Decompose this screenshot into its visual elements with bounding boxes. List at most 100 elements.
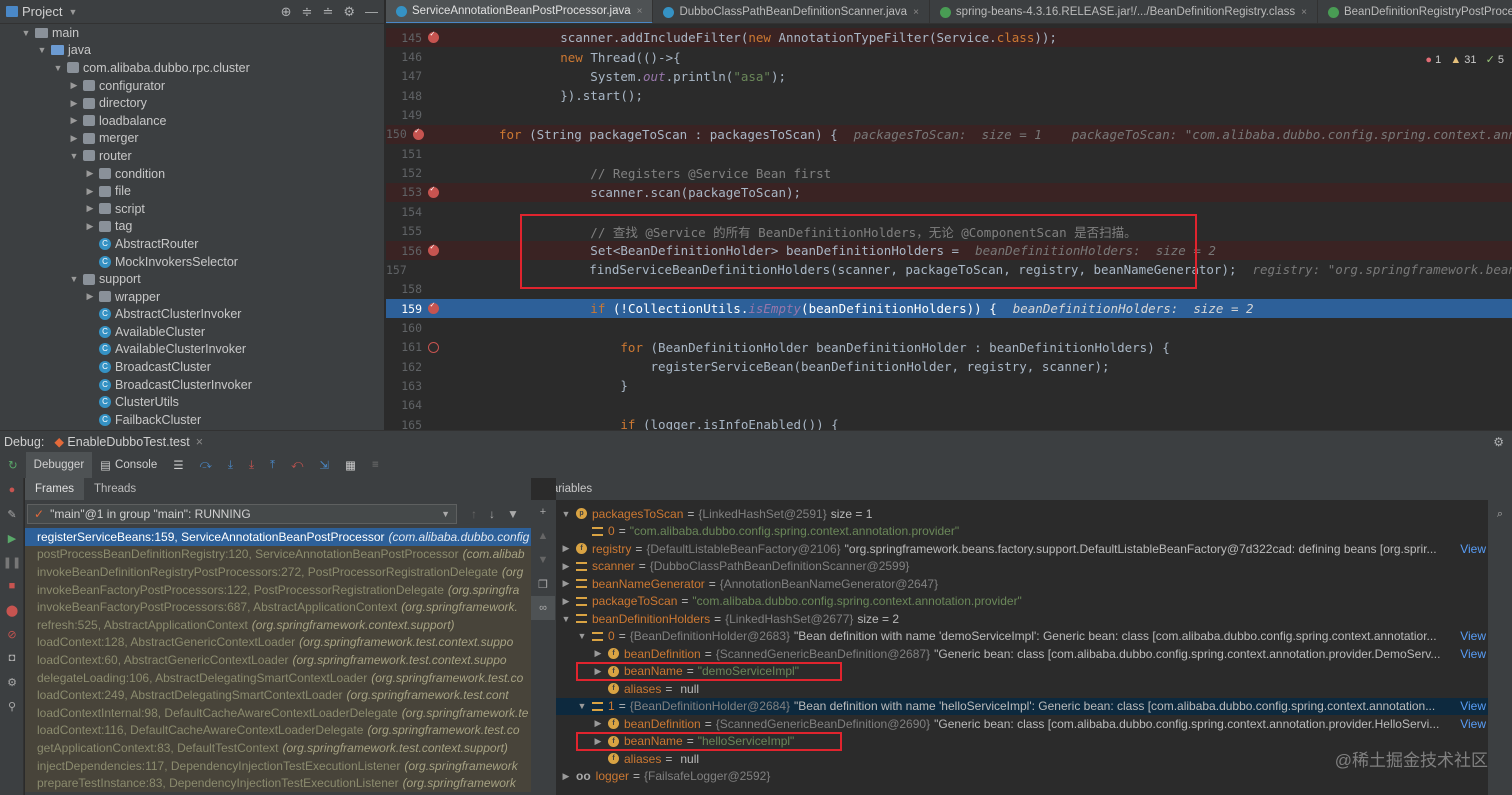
stack-frame[interactable]: loadContextInternal:98, DefaultCacheAwar… — [25, 703, 531, 722]
variable-row[interactable]: ▶ packageToScan = "com.alibaba.dubbo.config… — [556, 593, 1488, 611]
stop-icon[interactable]: ■ — [0, 574, 24, 598]
chevron-right-icon[interactable]: ▶ — [592, 718, 604, 729]
view-link[interactable]: View — [1460, 629, 1488, 643]
tree-item[interactable]: C BroadcastCluster — [0, 358, 384, 376]
gutter[interactable] — [426, 163, 472, 182]
editor-tab[interactable]: DubboClassPathBeanDefinitionScanner.java… — [653, 0, 930, 23]
tree-item[interactable]: C AbstractRouter — [0, 235, 384, 253]
thread-selector[interactable]: ✓ "main"@1 in group "main": RUNNING ▼ — [27, 504, 457, 524]
gutter[interactable] — [426, 183, 472, 202]
glasses-icon[interactable]: ∞ — [531, 596, 555, 620]
stack-frame[interactable]: invokeBeanDefinitionRegistryPostProcesso… — [25, 563, 531, 581]
tree-item[interactable]: ▶ wrapper — [0, 288, 384, 306]
tree-item[interactable]: C AbstractClusterInvoker — [0, 306, 384, 324]
run-to-cursor-icon[interactable]: ⇲ — [311, 452, 337, 478]
arrow-up-icon[interactable]: ↑ — [471, 507, 477, 521]
tree-item[interactable]: ▶ merger — [0, 130, 384, 148]
gutter[interactable] — [426, 396, 472, 415]
tree-item[interactable]: ▶ configurator — [0, 77, 384, 95]
variable-row[interactable]: ▼ 1 = {BeanDefinitionHolder@2684} "Bean defi… — [556, 697, 1488, 715]
arrow-up-icon[interactable]: ▲ — [531, 524, 555, 548]
variable-row[interactable]: ▶ f beanDefinition = {ScannedGenericBeanDefi… — [556, 715, 1488, 733]
camera-icon[interactable]: ◘ — [0, 646, 24, 670]
variable-row[interactable]: ▼ beanDefinitionHolders = {LinkedHashSet@26… — [556, 610, 1488, 628]
wrench-icon[interactable]: ✎ — [0, 502, 24, 526]
chevron-down-icon[interactable]: ▼ — [68, 7, 77, 17]
gutter[interactable] — [426, 67, 472, 86]
chevron-right-icon[interactable]: ▶ — [592, 648, 604, 659]
inspection-widget[interactable]: ● 1 ▲ 31 ✓ 5 — [1425, 53, 1504, 66]
tree-item[interactable]: ▼ support — [0, 270, 384, 288]
rerun-icon[interactable]: ↻ — [0, 452, 26, 478]
stack-frame[interactable]: loadContext:116, DefaultCacheAwareContex… — [25, 721, 531, 740]
gutter[interactable] — [426, 105, 472, 124]
stack-frame[interactable]: invokeBeanFactoryPostProcessors:687, Abs… — [25, 598, 531, 616]
chevron-down-icon[interactable]: ▼ — [560, 509, 572, 519]
force-step-into-icon[interactable]: ⤓ — [241, 452, 262, 478]
view-link[interactable]: View — [1460, 542, 1488, 556]
tree-item[interactable]: C ClusterUtils — [0, 393, 384, 411]
locate-icon[interactable]: ⊕ — [281, 4, 292, 20]
code-editor[interactable]: 145 scanner.addIncludeFilter(new Annotat… — [386, 24, 1512, 430]
view-link[interactable]: View — [1460, 647, 1488, 661]
close-icon[interactable]: × — [913, 7, 919, 18]
editor-tab[interactable]: BeanDefinitionRegistryPostProcessor.clas… — [1318, 0, 1512, 23]
tree-item[interactable]: C FailbackCluster — [0, 411, 384, 429]
gutter[interactable] — [426, 357, 472, 376]
tree-item[interactable]: ▼ java — [0, 42, 384, 60]
tree-item[interactable]: ▼ com.alibaba.dubbo.rpc.cluster — [0, 59, 384, 77]
gutter[interactable] — [426, 415, 472, 430]
variable-row[interactable]: f aliases = null — [556, 680, 1488, 698]
tree-item[interactable]: ▶ script — [0, 200, 384, 218]
expand-all-icon[interactable]: ≑ — [302, 4, 313, 20]
stack-frame[interactable]: injectDependencies:117, DependencyInject… — [25, 756, 531, 775]
tree-item[interactable]: ▶ directory — [0, 94, 384, 112]
tab-debugger[interactable]: Debugger — [25, 452, 93, 478]
settings-icon[interactable]: ⚙ — [0, 670, 24, 694]
breakpoint-icon[interactable] — [428, 184, 439, 198]
tab-frames[interactable]: Frames — [25, 478, 84, 500]
chevron-right-icon[interactable]: ▶ — [560, 561, 572, 572]
gutter[interactable] — [426, 318, 472, 337]
menu-icon[interactable]: ☰ — [165, 452, 191, 478]
chevron-right-icon[interactable]: ▶ — [560, 578, 572, 589]
gutter[interactable] — [426, 28, 472, 47]
gear-icon[interactable]: ⚙ — [1493, 435, 1504, 449]
stack-frame[interactable]: invokeBeanFactoryPostProcessors:122, Pos… — [25, 580, 531, 599]
project-panel-title[interactable]: Project — [22, 4, 62, 19]
close-icon[interactable]: × — [1301, 7, 1307, 18]
tree-item[interactable]: ▼ main — [0, 24, 384, 42]
variable-row[interactable]: ▼ 0 = {BeanDefinitionHolder@2683} "Bean defi… — [556, 628, 1488, 646]
breakpoint-icon[interactable] — [412, 126, 424, 140]
breakpoint-icon[interactable] — [428, 29, 439, 43]
tree-item[interactable]: C BroadcastClusterInvoker — [0, 376, 384, 394]
stack-frame[interactable]: prepareTestInstance:83, DependencyInject… — [25, 774, 531, 792]
chevron-right-icon[interactable]: ▶ — [560, 771, 572, 782]
stack-frame[interactable]: getApplicationContext:83, DefaultTestCon… — [25, 739, 531, 757]
variable-row[interactable]: ▶ scanner = {DubboClassPathBeanDefinitionSc… — [556, 558, 1488, 576]
close-icon[interactable]: × — [196, 435, 203, 449]
collapse-all-icon[interactable]: ≐ — [322, 4, 333, 20]
gutter[interactable] — [426, 376, 472, 395]
variable-row[interactable]: ▶ f beanName = "demoServiceImpl" — [556, 661, 1488, 681]
step-into-icon[interactable]: ⤓ — [220, 452, 241, 478]
variable-row[interactable]: 0 = "com.alibaba.dubbo.config.spring.conte… — [556, 523, 1488, 541]
chevron-down-icon[interactable]: ▼ — [560, 614, 572, 624]
gutter[interactable] — [426, 280, 472, 299]
stack-frame[interactable]: registerServiceBeans:159, ServiceAnnotat… — [25, 528, 531, 546]
tree-item[interactable]: ▶ tag — [0, 218, 384, 236]
add-watch-icon[interactable]: + — [531, 500, 555, 524]
gear-icon[interactable]: ⚙ — [343, 4, 355, 20]
gutter[interactable] — [426, 241, 472, 260]
breakpoint-icon[interactable] — [428, 242, 439, 256]
tree-item[interactable]: ▼ router — [0, 147, 384, 165]
stack-frame[interactable]: postProcessBeanDefinitionRegistry:120, S… — [25, 545, 531, 564]
variable-row[interactable]: ▶ f beanDefinition = {ScannedGenericBeanDefi… — [556, 645, 1488, 663]
filter-icon[interactable]: ▼ — [507, 507, 519, 521]
chevron-right-icon[interactable]: ▶ — [560, 543, 572, 554]
drop-frame-icon[interactable]: ⤺ — [283, 452, 311, 478]
tree-item[interactable]: C AvailableClusterInvoker — [0, 341, 384, 359]
gutter[interactable] — [426, 222, 472, 241]
run-config-tab[interactable]: ◆ EnableDubboTest.test × — [54, 434, 203, 449]
tree-item[interactable]: C AvailableCluster — [0, 323, 384, 341]
